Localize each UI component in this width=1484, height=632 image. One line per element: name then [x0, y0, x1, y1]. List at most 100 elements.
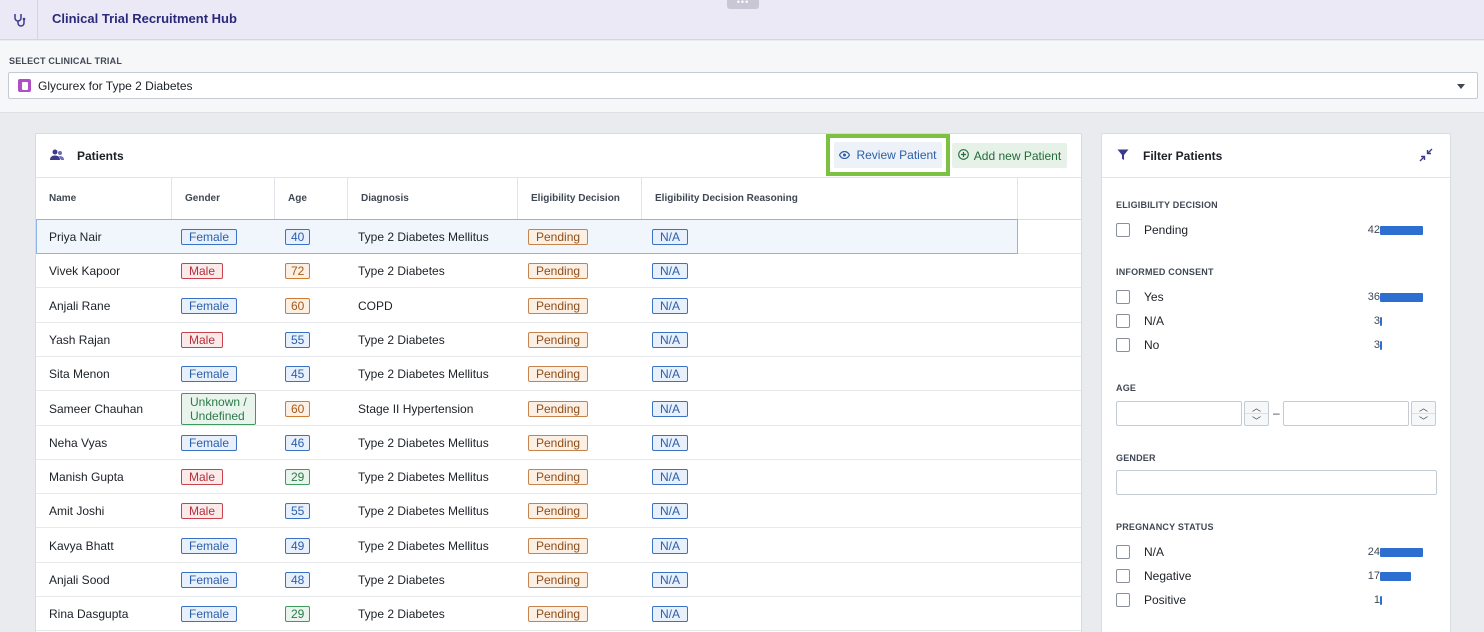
add-patient-button[interactable]: Add new Patient — [952, 143, 1067, 168]
cell-decision: Pending — [515, 460, 639, 494]
chevron-up-icon[interactable]: ︿ — [1245, 402, 1268, 414]
consent-option-yes[interactable]: Yes 36 — [1116, 287, 1438, 307]
checkbox[interactable] — [1116, 314, 1130, 328]
patient-name: Vivek Kapoor — [49, 264, 121, 279]
diagnosis-text: Type 2 Diabetes Mellitus — [358, 538, 489, 553]
eligibility-option-pending[interactable]: Pending 42 — [1116, 220, 1438, 240]
decision-tag: Pending — [528, 400, 589, 417]
age-range-separator: – — [1273, 406, 1280, 420]
table-row[interactable]: Yash Rajan Male 55 Type 2 Diabetes Pending N/… — [36, 323, 1081, 357]
diagnosis-text: Type 2 Diabetes Mellitus — [358, 470, 489, 485]
checkbox[interactable] — [1116, 569, 1130, 583]
gender-tag: Male — [181, 469, 224, 486]
table-row[interactable]: Kavya Bhatt Female 49 Type 2 Diabetes Melli… — [36, 529, 1081, 563]
table-row[interactable]: Amit Joshi Male 55 Type 2 Diabetes Mellitus… — [36, 494, 1081, 529]
cell-decision: Pending — [515, 494, 639, 528]
chevron-up-icon[interactable]: ︿ — [1412, 402, 1435, 414]
table-row[interactable]: Neha Vyas Female 46 Type 2 Diabetes Mellitu… — [36, 426, 1081, 460]
gender-input[interactable] — [1116, 470, 1437, 495]
decision-tag: Pending — [528, 503, 589, 520]
cell-name: Priya Nair — [36, 220, 172, 254]
cell-gender: Female — [168, 357, 271, 391]
reasoning-tag: N/A — [652, 263, 689, 280]
decision-tag: Pending — [528, 469, 589, 486]
diagnosis-text: Type 2 Diabetes — [358, 332, 445, 347]
table-row[interactable]: Rina Dasgupta Female 29 Type 2 Diabetes Pend… — [36, 597, 1081, 632]
cell-reasoning: N/A — [639, 323, 1015, 357]
count-bar — [1380, 572, 1411, 581]
pregnancy-option-positive[interactable]: Positive 1 — [1116, 590, 1438, 610]
funnel-icon — [1117, 149, 1129, 164]
gender-tag: Unknown / Undefined — [181, 392, 256, 425]
checkbox[interactable] — [1116, 545, 1130, 559]
chevron-down-icon[interactable]: ﹀ — [1245, 414, 1268, 426]
cell-reasoning: N/A — [639, 529, 1015, 563]
checkbox[interactable] — [1116, 223, 1130, 237]
consent-option-no[interactable]: No 3 — [1116, 335, 1438, 355]
age-tag: 55 — [285, 503, 311, 520]
stethoscope-icon[interactable] — [0, 0, 38, 40]
age-tag: 29 — [285, 606, 311, 623]
column-header-eligibility-reasoning[interactable]: Eligibility Decision Reasoning — [642, 178, 1018, 220]
chevron-down-icon[interactable]: ﹀ — [1412, 414, 1435, 426]
age-min-input[interactable] — [1116, 401, 1242, 426]
app-title: Clinical Trial Recruitment Hub — [52, 11, 237, 26]
column-header-gender[interactable]: Gender — [172, 178, 275, 220]
patients-title: Patients — [77, 149, 124, 163]
cell-age: 55 — [272, 494, 345, 528]
decision-tag: Pending — [528, 263, 589, 280]
eligibility-filter-label: ELIGIBILITY DECISION — [1116, 200, 1218, 210]
cell-name: Yash Rajan — [36, 323, 172, 357]
clipboard-icon — [18, 79, 31, 92]
cell-gender: Male — [168, 254, 271, 288]
gender-tag: Male — [181, 263, 224, 280]
trial-select[interactable]: Glycurex for Type 2 Diabetes — [8, 72, 1478, 99]
table-row[interactable]: Anjali Rane Female 60 COPD Pending N/A — [36, 289, 1081, 323]
table-row[interactable]: Sita Menon Female 45 Type 2 Diabetes Mellit… — [36, 357, 1081, 392]
cell-name: Manish Gupta — [36, 460, 172, 494]
consent-option-na[interactable]: N/A 3 — [1116, 311, 1438, 331]
add-patient-label: Add new Patient — [973, 148, 1062, 163]
review-patient-button-highlight: Review Patient — [826, 134, 950, 176]
cell-age: 29 — [272, 597, 345, 631]
pregnancy-option-negative[interactable]: Negative 17 — [1116, 566, 1438, 586]
column-header-eligibility-decision[interactable]: Eligibility Decision — [518, 178, 642, 220]
table-row[interactable]: Priya Nair Female 40 Type 2 Diabetes Mellit… — [36, 219, 1081, 254]
cell-gender: Female — [168, 529, 271, 563]
cell-reasoning: N/A — [639, 460, 1015, 494]
table-row[interactable]: Manish Gupta Male 29 Type 2 Diabetes Mellit… — [36, 460, 1081, 495]
age-min-stepper[interactable]: ︿ ﹀ — [1244, 401, 1269, 426]
collapse-icon[interactable] — [1419, 148, 1433, 165]
checkbox[interactable] — [1116, 290, 1130, 304]
cell-gender: Unknown / Undefined — [168, 392, 271, 426]
diagnosis-text: Type 2 Diabetes — [358, 264, 445, 279]
count-bar — [1380, 548, 1423, 557]
cell-diagnosis: Type 2 Diabetes Mellitus — [345, 494, 515, 528]
cell-gender: Female — [168, 563, 271, 597]
drag-handle[interactable]: ••• — [727, 0, 759, 9]
table-row[interactable]: Vivek Kapoor Male 72 Type 2 Diabetes Pending… — [36, 254, 1081, 289]
table-row[interactable]: Sameer Chauhan Unknown / Undefined 60 Stage … — [36, 392, 1081, 426]
count-bar — [1380, 226, 1423, 235]
diagnosis-text: Type 2 Diabetes Mellitus — [358, 230, 489, 244]
reasoning-tag: N/A — [652, 606, 689, 623]
cell-diagnosis: Type 2 Diabetes Mellitus — [345, 426, 515, 460]
age-max-stepper[interactable]: ︿ ﹀ — [1411, 401, 1436, 426]
column-header-diagnosis[interactable]: Diagnosis — [348, 178, 518, 220]
review-patient-button[interactable]: Review Patient — [834, 142, 942, 168]
pregnancy-option-na[interactable]: N/A 24 — [1116, 542, 1438, 562]
cell-name: Sameer Chauhan — [36, 392, 172, 426]
decision-tag: Pending — [528, 331, 589, 348]
cell-gender: Male — [168, 494, 271, 528]
table-row[interactable]: Anjali Sood Female 48 Type 2 Diabetes Pendin… — [36, 563, 1081, 597]
checkbox[interactable] — [1116, 593, 1130, 607]
cell-name: Amit Joshi — [36, 494, 172, 528]
option-label: Pending — [1144, 223, 1189, 237]
checkbox[interactable] — [1116, 338, 1130, 352]
cell-diagnosis: Type 2 Diabetes Mellitus — [345, 529, 515, 563]
age-max-input[interactable] — [1283, 401, 1409, 426]
column-header-name[interactable]: Name — [36, 178, 172, 220]
cell-reasoning: N/A — [639, 392, 1015, 426]
cell-decision: Pending — [515, 392, 639, 426]
column-header-age[interactable]: Age — [275, 178, 348, 220]
